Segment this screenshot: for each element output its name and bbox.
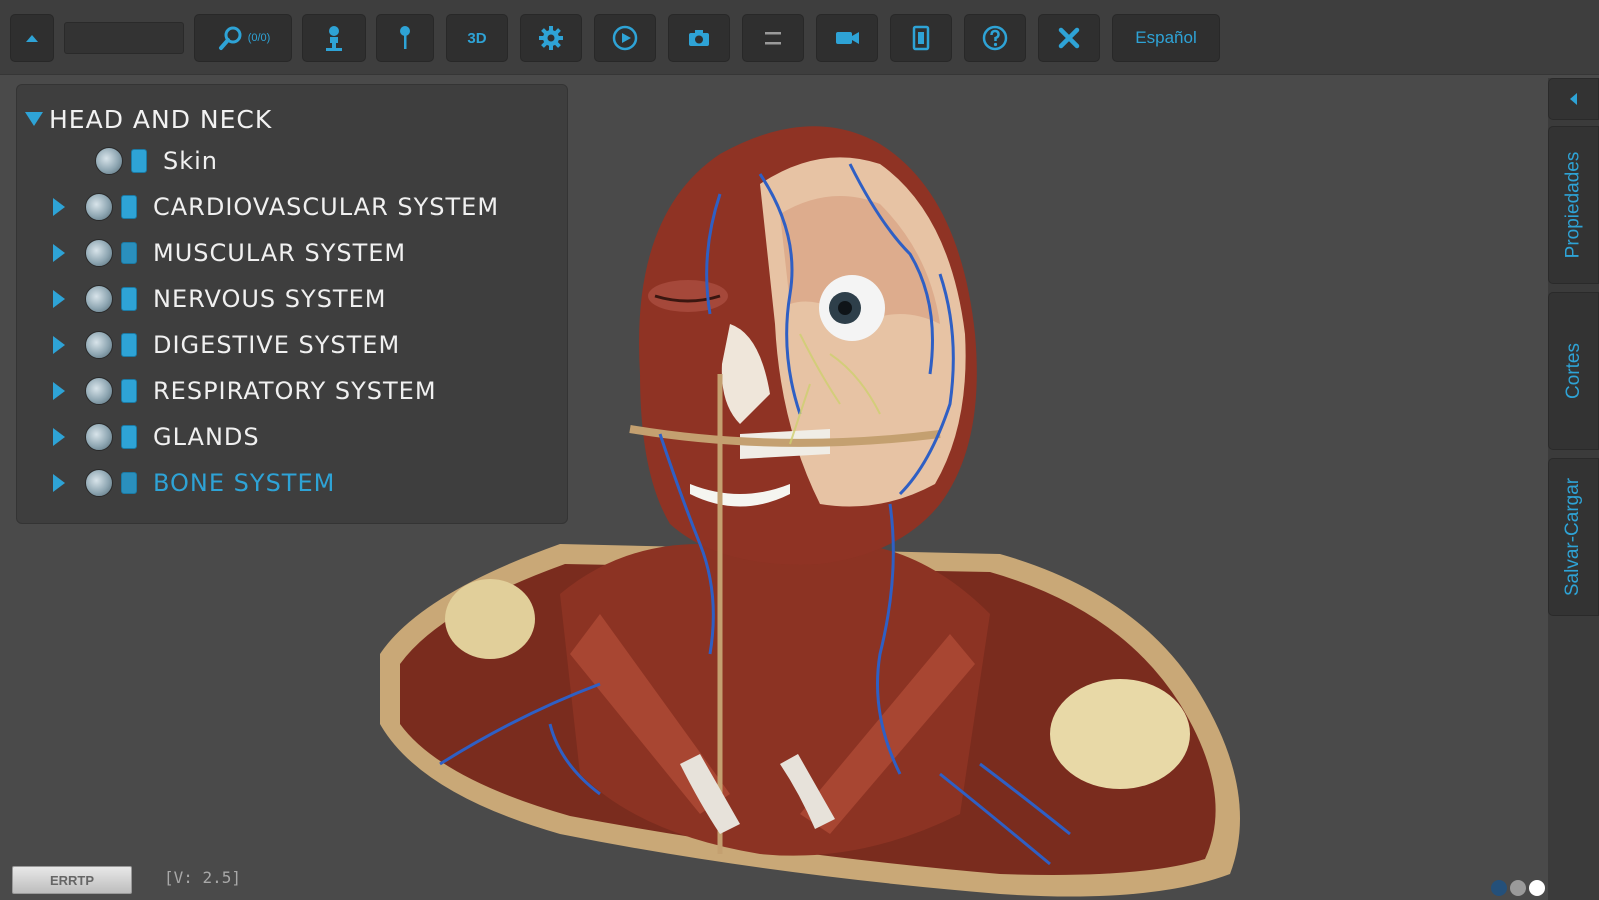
tree-item-digestive[interactable]: DIGESTIVE SYSTEM [53, 325, 400, 365]
close-icon [1058, 27, 1080, 49]
visibility-eye-icon[interactable] [85, 377, 113, 405]
version-label: [V: 2.5] [164, 868, 242, 887]
visibility-eye-icon[interactable] [85, 423, 113, 451]
visibility-eye-icon[interactable] [85, 239, 113, 267]
close-button[interactable] [1038, 14, 1100, 62]
indicator-dot-active[interactable] [1529, 880, 1545, 896]
tree-root-head-and-neck[interactable]: HEAD AND NECK [25, 103, 272, 135]
film-icon [912, 25, 930, 51]
video-icon [836, 32, 859, 44]
film-button[interactable] [890, 14, 952, 62]
tree-item-muscular[interactable]: MUSCULAR SYSTEM [53, 233, 406, 273]
help-button[interactable] [964, 14, 1026, 62]
chevron-left-icon [1569, 93, 1577, 105]
tree-root-label: HEAD AND NECK [49, 104, 273, 134]
language-button[interactable]: Español [1112, 14, 1220, 62]
structure-tree-panel: HEAD AND NECK Skin CARDIOVASCULAR SYSTEM… [16, 84, 568, 524]
lock-icon[interactable] [121, 333, 137, 357]
tab-propiedades[interactable]: Propiedades [1548, 126, 1599, 284]
settings-button[interactable] [520, 14, 582, 62]
tree-item-respiratory[interactable]: RESPIRATORY SYSTEM [53, 371, 437, 411]
expand-triangle-icon[interactable] [53, 198, 65, 216]
anatomy-viewer-app: (0/0) 3D Español HEAD AND NECK Skin CARD… [0, 0, 1599, 900]
menu-button[interactable] [742, 14, 804, 62]
tree-item-nervous[interactable]: NERVOUS SYSTEM [53, 279, 386, 319]
visibility-eye-icon[interactable] [85, 193, 113, 221]
tree-item-glands[interactable]: GLANDS [53, 417, 260, 457]
expand-triangle-icon[interactable] [53, 474, 65, 492]
top-toolbar: (0/0) 3D Español [0, 0, 1599, 75]
collapse-triangle-icon[interactable] [25, 112, 43, 126]
play-icon [612, 25, 638, 51]
pin-button[interactable] [376, 14, 434, 62]
expand-triangle-icon[interactable] [53, 428, 65, 446]
3d-icon: 3D [467, 29, 487, 47]
3d-button[interactable]: 3D [446, 14, 508, 62]
tree-item-label: RESPIRATORY SYSTEM [153, 377, 437, 405]
visibility-eye-icon[interactable] [85, 331, 113, 359]
tree-item-skin[interactable]: Skin [53, 141, 218, 181]
lock-icon[interactable] [121, 379, 137, 403]
indicator-dot[interactable] [1510, 880, 1526, 896]
tree-item-label: BONE SYSTEM [153, 469, 336, 497]
search-input[interactable] [64, 22, 184, 54]
unlock-icon[interactable] [121, 242, 137, 264]
menu-lines-icon [765, 32, 781, 45]
person-button[interactable] [302, 14, 366, 62]
tab-cortes[interactable]: Cortes [1548, 292, 1599, 450]
tree-item-label: MUSCULAR SYSTEM [153, 239, 407, 267]
expand-triangle-icon[interactable] [53, 336, 65, 354]
tree-item-bone[interactable]: BONE SYSTEM [53, 463, 335, 503]
lock-icon[interactable] [121, 425, 137, 449]
tab-label: Salvar-Cargar [1562, 477, 1584, 597]
expand-triangle-icon[interactable] [53, 382, 65, 400]
video-button[interactable] [816, 14, 878, 62]
tab-label: Propiedades [1562, 151, 1584, 259]
tree-item-label: CARDIOVASCULAR SYSTEM [153, 193, 500, 221]
logo-text: ERRTP [49, 872, 95, 888]
search-button[interactable]: (0/0) [194, 14, 292, 62]
expand-triangle-icon[interactable] [53, 290, 65, 308]
search-icon [218, 26, 242, 50]
right-side-panel: Propiedades Cortes Salvar-Cargar [1548, 78, 1599, 900]
tree-item-label: GLANDS [153, 423, 260, 451]
lock-icon[interactable] [121, 287, 137, 311]
lock-icon[interactable] [121, 195, 137, 219]
language-label: Español [1135, 28, 1197, 47]
tree-item-label: NERVOUS SYSTEM [153, 285, 387, 313]
gear-icon [539, 26, 563, 50]
indicator-dot[interactable] [1491, 880, 1507, 896]
visibility-eye-icon[interactable] [85, 469, 113, 497]
camera-icon [689, 30, 709, 46]
person-icon [326, 26, 342, 51]
visibility-eye-icon[interactable] [85, 285, 113, 313]
lock-icon[interactable] [131, 149, 147, 173]
view-indicator-dots [1488, 880, 1545, 896]
collapse-side-panel-button[interactable] [1548, 78, 1599, 120]
visibility-eye-icon[interactable] [95, 147, 123, 175]
tab-label: Cortes [1562, 343, 1584, 399]
help-icon [982, 25, 1008, 51]
collapse-toolbar-button[interactable] [10, 14, 54, 62]
pin-icon [400, 26, 410, 49]
tree-item-cardiovascular[interactable]: CARDIOVASCULAR SYSTEM [53, 187, 499, 227]
collapse-up-icon [26, 35, 38, 42]
tree-item-label: DIGESTIVE SYSTEM [153, 331, 401, 359]
brand-logo: ERRTP [12, 866, 132, 894]
camera-button[interactable] [668, 14, 730, 62]
tab-salvar-cargar[interactable]: Salvar-Cargar [1548, 458, 1599, 616]
tree-item-label: Skin [163, 147, 219, 175]
unlock-icon[interactable] [121, 472, 137, 494]
play-button[interactable] [594, 14, 656, 62]
search-count: (0/0) [247, 32, 271, 44]
expand-triangle-icon[interactable] [53, 244, 65, 262]
